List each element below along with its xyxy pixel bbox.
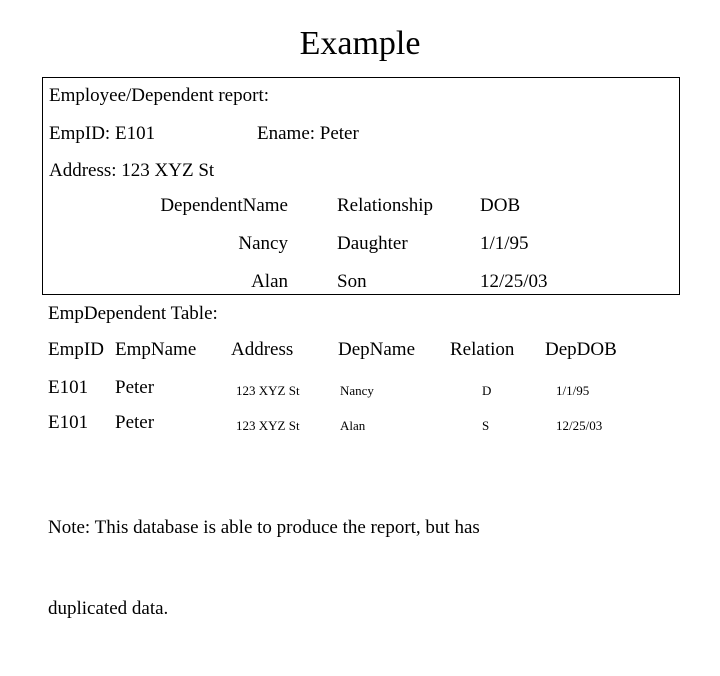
- table-row: E101 Peter 123 XYZ St Nancy D 1/1/95: [48, 377, 668, 403]
- report-preview-box: Employee/Dependent report: EmpID: E101 E…: [42, 77, 680, 295]
- table-row: E101 Peter 123 XYZ St Alan S 12/25/03: [48, 412, 668, 438]
- cell-empid: E101: [48, 412, 89, 433]
- page-title: Example: [299, 25, 421, 62]
- note-line-1: Note: This database is able to produce t…: [48, 517, 480, 538]
- report-cell-relationship: Daughter: [337, 233, 408, 254]
- report-dependent-table: DependentName Relationship DOB Nancy Dau…: [43, 195, 679, 309]
- cell-relation: S: [482, 418, 490, 433]
- cell-depdob: 1/1/95: [556, 383, 590, 398]
- column-header-address: Address: [231, 339, 294, 360]
- column-header-relation: Relation: [450, 339, 515, 360]
- report-cell-dependent-name: Nancy: [238, 233, 288, 254]
- column-header-empid: EmpID: [48, 339, 104, 360]
- report-col-dependent-name: DependentName: [160, 195, 288, 216]
- report-cell-dob: 1/1/95: [480, 233, 529, 254]
- report-dependent-header-row: DependentName Relationship DOB: [43, 195, 679, 233]
- cell-address: 123 XYZ St: [236, 383, 300, 398]
- report-cell-relationship: Son: [337, 271, 367, 292]
- cell-relation: D: [482, 383, 492, 398]
- slide-canvas: Example Employee/Dependent report: EmpID…: [0, 0, 720, 619]
- table-row: Nancy Daughter 1/1/95: [43, 233, 679, 271]
- cell-empname: Peter: [115, 377, 155, 398]
- report-col-dob: DOB: [480, 195, 521, 216]
- cell-empname: Peter: [115, 412, 155, 433]
- report-emp-id: EmpID: E101: [49, 123, 156, 144]
- report-address: Address: 123 XYZ St: [49, 160, 215, 181]
- emp-dependent-table-caption: EmpDependent Table:: [48, 303, 218, 324]
- column-header-depname: DepName: [338, 339, 416, 360]
- column-header-empname: EmpName: [115, 339, 197, 360]
- note-line-2: duplicated data.: [48, 598, 169, 619]
- report-cell-dependent-name: Alan: [251, 271, 288, 292]
- note-block: Note: This database is able to produce t…: [48, 460, 648, 676]
- cell-empid: E101: [48, 377, 89, 398]
- report-emp-name: Ename: Peter: [257, 123, 359, 144]
- cell-depname: Alan: [340, 418, 366, 433]
- column-header-depdob: DepDOB: [545, 339, 617, 360]
- report-cell-dob: 12/25/03: [480, 271, 548, 292]
- cell-address: 123 XYZ St: [236, 418, 300, 433]
- report-col-relationship: Relationship: [337, 195, 434, 216]
- report-heading: Employee/Dependent report:: [49, 85, 270, 106]
- cell-depname: Nancy: [340, 383, 374, 398]
- cell-depdob: 12/25/03: [556, 418, 603, 433]
